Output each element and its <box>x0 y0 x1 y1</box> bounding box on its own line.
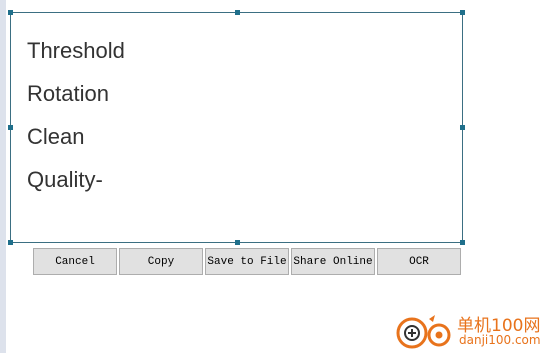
ocr-button[interactable]: OCR <box>377 248 461 275</box>
resize-handle-top-left[interactable] <box>8 10 13 15</box>
capture-action-toolbar: Cancel Copy Save to File Share Online OC… <box>33 248 461 275</box>
resize-handle-bottom[interactable] <box>235 240 240 245</box>
captured-line-clean: Clean <box>27 124 85 149</box>
save-to-file-button[interactable]: Save to File <box>205 248 289 275</box>
resize-handle-left[interactable] <box>8 125 13 130</box>
captured-line-rotation: Rotation <box>27 81 109 106</box>
watermark-logo-icon <box>396 315 451 349</box>
window-edge-strip <box>0 0 6 353</box>
captured-text-content: Threshold Rotation Clean Quality- <box>27 29 125 201</box>
resize-handle-bottom-left[interactable] <box>8 240 13 245</box>
site-watermark: 单机100网 danji100.com <box>395 307 544 353</box>
cancel-button[interactable]: Cancel <box>33 248 117 275</box>
resize-handle-bottom-right[interactable] <box>460 240 465 245</box>
resize-handle-top[interactable] <box>235 10 240 15</box>
screenshot-stage: Threshold Rotation Clean Quality- Cancel… <box>0 0 544 353</box>
copy-button[interactable]: Copy <box>119 248 203 275</box>
resize-handle-right[interactable] <box>460 125 465 130</box>
resize-handle-top-right[interactable] <box>460 10 465 15</box>
capture-selection-frame[interactable]: Threshold Rotation Clean Quality- <box>8 10 465 245</box>
captured-line-threshold: Threshold <box>27 38 125 63</box>
share-online-button[interactable]: Share Online <box>291 248 375 275</box>
watermark-site-url: danji100.com <box>459 333 541 347</box>
captured-line-quality: Quality- <box>27 167 103 192</box>
